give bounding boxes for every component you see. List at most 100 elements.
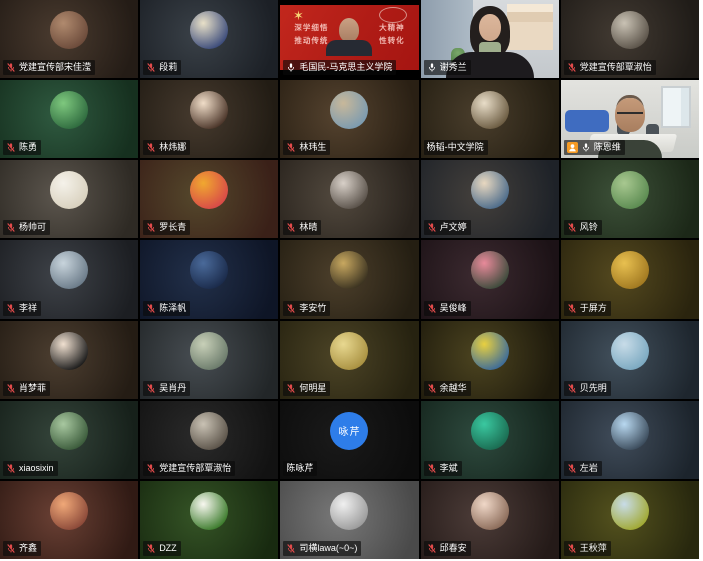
mic-muted-icon [146,222,156,233]
avatar [611,332,649,370]
speaker-collar [479,42,501,52]
mic-live-icon [581,142,591,153]
avatar [50,332,88,370]
participant-tile[interactable]: 齐鑫 [0,481,138,559]
avatar [611,171,649,209]
participant-tile[interactable]: ✶ 深学细悟大精神 推动传统性转化 毛国民-马克思主义学院 [280,0,418,78]
name-label: 党建宣传部覃淑怡 [564,60,656,75]
participant-name: 林晴 [299,221,317,234]
participant-tile[interactable]: 咏芹 陈咏芹 [280,401,418,479]
participant-name: 肖梦菲 [19,382,46,395]
name-label: 陈恩维 [564,140,625,155]
participant-tile[interactable]: 段莉 [140,0,278,78]
participant-name: 吴俊峰 [440,302,467,315]
name-label: 吴肖丹 [143,381,190,396]
participant-tile[interactable]: 肖梦菲 [0,321,138,399]
participant-tile[interactable]: 陈勇 [0,80,138,158]
participant-tile[interactable]: 于屏方 [561,240,699,318]
name-label: 陈咏芹 [283,461,317,476]
participant-name: 李安竹 [299,302,326,315]
name-label: 李安竹 [283,301,330,316]
avatar [50,492,88,530]
participant-tile[interactable]: 王秋萍 [561,481,699,559]
name-label: 左岩 [564,461,602,476]
name-label: 齐鑫 [3,541,41,556]
participant-tile[interactable]: 林炜娜 [140,80,278,158]
name-label: 何明星 [283,381,330,396]
participant-name: 段莉 [159,61,177,74]
name-label: 余越华 [424,381,471,396]
avatar [50,412,88,450]
mic-live-icon [286,62,296,73]
participant-tile[interactable]: 卢文婷 [421,160,559,238]
participant-name: 林玮生 [299,141,326,154]
name-label: DZZ [143,541,181,556]
mic-muted-icon [286,543,296,554]
mic-muted-icon [6,543,16,554]
participant-name: xiaosixin [19,462,54,475]
mic-muted-icon [567,383,577,394]
participant-tile[interactable]: 李斌 [421,401,559,479]
mic-muted-icon [427,303,437,314]
participant-tile[interactable]: 李祥 [0,240,138,318]
participant-tile[interactable]: 吴俊峰 [421,240,559,318]
name-label: 李斌 [424,461,462,476]
speaker-glasses [617,112,643,119]
participant-name: 罗长青 [159,221,186,234]
participant-name: 党建宣传部覃淑怡 [159,462,231,475]
participant-tile[interactable]: 何明星 [280,321,418,399]
avatar [471,171,509,209]
participant-tile[interactable]: 余越华 [421,321,559,399]
participant-name: 于屏方 [580,302,607,315]
participant-tile[interactable]: 风铃 [561,160,699,238]
avatar-text: 咏芹 [338,423,360,438]
participant-name: 党建宣传部宋佳滢 [19,61,91,74]
participant-name: 陈咏芹 [286,462,313,475]
participant-name: 王秋萍 [580,542,607,555]
name-label: 杨帅可 [3,220,50,235]
participant-tile[interactable]: 司横lawa(~0~) [280,481,418,559]
speaker-face [479,14,501,41]
name-label: 林玮生 [283,140,330,155]
university-logo-icon [379,7,407,23]
participant-name: 邱春安 [440,542,467,555]
participant-tile[interactable]: 杨帅可 [0,160,138,238]
participant-tile[interactable]: 左岩 [561,401,699,479]
participant-tile[interactable]: 党建宣传部覃淑怡 [561,0,699,78]
mic-muted-icon [146,543,156,554]
participant-tile[interactable]: 党建宣传部覃淑怡 [140,401,278,479]
name-label: 李祥 [3,301,41,316]
name-label: 林炜娜 [143,140,190,155]
participant-tile[interactable]: 陈泽帆 [140,240,278,318]
participant-tile[interactable]: 党建宣传部宋佳滢 [0,0,138,78]
participant-tile[interactable]: 谢秀兰 [421,0,559,78]
mic-muted-icon [6,142,16,153]
participant-tile[interactable]: 吴肖丹 [140,321,278,399]
participant-name: 陈泽帆 [159,302,186,315]
participant-name: 陈勇 [19,141,37,154]
participant-tile[interactable]: 罗长青 [140,160,278,238]
speaker-body [326,40,372,56]
participant-tile[interactable]: DZZ [140,481,278,559]
name-label: 陈泽帆 [143,301,190,316]
mic-muted-icon [6,463,16,474]
participant-tile[interactable]: 陈恩维 [561,80,699,158]
name-label: 段莉 [143,60,181,75]
participant-tile[interactable]: 贝先明 [561,321,699,399]
mic-muted-icon [567,303,577,314]
window [661,86,691,128]
participant-tile[interactable]: 李安竹 [280,240,418,318]
mic-muted-icon [286,303,296,314]
participant-name: 李斌 [440,462,458,475]
participant-tile[interactable]: 杨韬-中文学院 [421,80,559,158]
participant-tile[interactable]: xiaosixin [0,401,138,479]
participant-tile[interactable]: 林晴 [280,160,418,238]
participant-tile[interactable]: 邱春安 [421,481,559,559]
avatar [471,251,509,289]
participant-tile[interactable]: 林玮生 [280,80,418,158]
mic-muted-icon [427,383,437,394]
mic-muted-icon [427,222,437,233]
avatar [611,11,649,49]
name-label: xiaosixin [3,461,58,476]
name-label: 贝先明 [564,381,611,396]
